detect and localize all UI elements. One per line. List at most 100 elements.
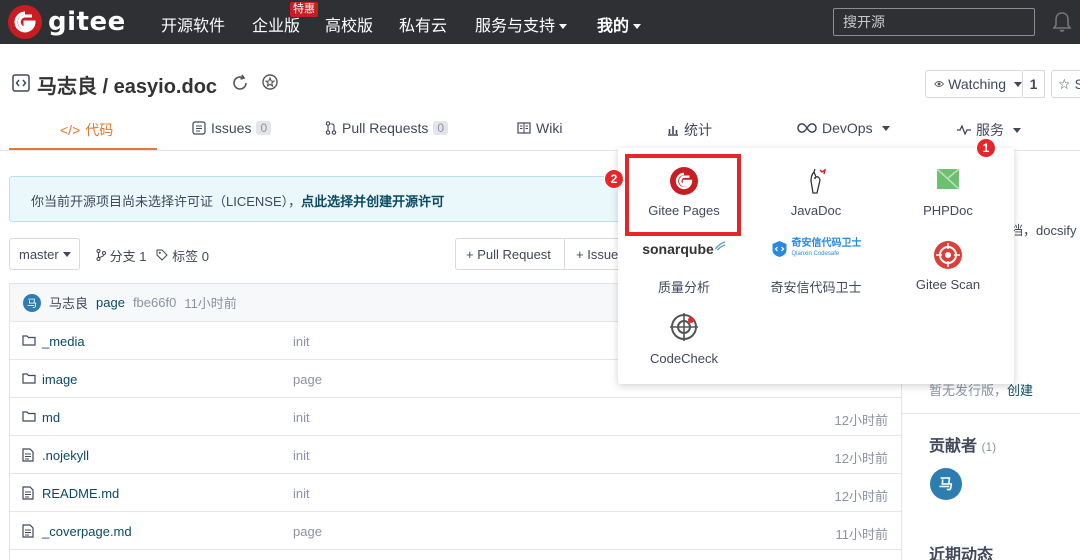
file-name[interactable]: md [42,410,60,425]
search-input[interactable] [833,8,1035,36]
watch-button[interactable]: Watching [925,70,1023,98]
pull-requests-count: 0 [433,121,449,135]
recommend-badge-icon[interactable] [260,73,280,93]
tab-issues[interactable]: Issues 0 [192,120,272,136]
create-license-link[interactable]: 点此选择并创建开源许可 [301,194,444,209]
infinity-icon [797,123,817,133]
watch-label: Watching [948,76,1006,92]
menu-item-label: PHPDoc [923,203,973,218]
new-issue-button[interactable]: + Issue [564,238,624,270]
contributor-avatar[interactable]: 马 [930,468,962,500]
file-commit-message[interactable]: page [293,372,322,387]
nav-services-support[interactable]: 服务与支持 [475,12,568,36]
contributors-title: 贡献者 [929,438,978,455]
tab-services[interactable]: 服务 [957,120,1021,140]
logo-text: gitee [48,7,126,37]
file-name[interactable]: _media [42,334,85,349]
star-label: S [1074,76,1080,92]
file-name[interactable]: .nojekyll [42,448,89,463]
file-commit-message[interactable]: page [293,524,322,539]
watch-count[interactable]: 1 [1023,70,1045,98]
branch-select[interactable]: master [9,238,80,270]
phpdoc-icon [935,166,961,195]
menu-item-label: CodeCheck [650,351,718,366]
table-row: _coverpage.md page 11小时前 [10,512,901,550]
menu-item-codecheck[interactable]: CodeCheck [618,296,750,370]
codecheck-icon [669,312,699,345]
file-commit-message[interactable]: init [293,448,310,463]
sonarqube-icon: sonarqube [642,241,726,257]
gitee-logo[interactable]: gitee [8,5,126,39]
menu-item-gitee-scan[interactable]: Gitee Scan [882,222,1014,296]
menu-item-qianxin-codesafe[interactable]: 奇安信代码卫士 Qianxin Codesafe 奇安信代码卫士 [750,222,882,296]
menu-item-label: 奇安信代码卫士 [770,280,862,295]
repo-header: 马志良 / easyio.doc Watching 1 ☆ S [0,60,1080,104]
nav-university[interactable]: 高校版 [325,12,373,36]
tab-wiki-label: Wiki [536,120,563,136]
menu-item-phpdoc[interactable]: PHPDoc [882,148,1014,222]
branch-tag-info: 分支 1 标签 0 [96,246,209,265]
file-commit-message[interactable]: init [293,410,310,425]
sidebar-divider [902,413,1080,414]
commit-author[interactable]: 马志良 [49,293,88,312]
gitee-scan-icon [933,240,963,273]
chevron-down-icon [559,24,568,30]
file-time: 12小时前 [834,451,888,466]
tab-pull-requests[interactable]: Pull Requests 0 [325,120,449,136]
file-time: 12小时前 [834,413,888,428]
qianxin-logo-text: 奇安信代码卫士 [791,238,862,249]
file-commit-message[interactable]: init [293,334,310,349]
file-commit-message[interactable]: init [293,486,310,501]
commit-message[interactable]: page [96,295,125,310]
commit-hash[interactable]: fbe66f0 [133,295,176,310]
tab-statistics[interactable]: 统计 [667,120,712,140]
chevron-down-icon [62,251,71,257]
code-repo-icon [12,74,30,95]
nav-open-source[interactable]: 开源软件 [161,12,225,36]
file-time: 11小时前 [835,527,889,542]
chevron-down-icon [881,125,890,131]
branch-icon [96,249,106,261]
file-icon [22,486,34,503]
tags-label: 标签 0 [172,249,209,264]
tab-wiki[interactable]: Wiki [517,120,562,136]
chevron-down-icon [1014,81,1022,87]
nav-private-cloud[interactable]: 私有云 [399,12,447,36]
contributors-count: (1) [981,440,997,454]
repo-title[interactable]: 马志良 / easyio.doc [37,70,217,99]
tab-code[interactable]: </> 代码 [60,120,113,140]
new-pull-request-button[interactable]: + Pull Request [455,238,565,270]
tags-link[interactable]: 标签 0 [156,246,209,265]
menu-item-javadoc[interactable]: JavaDoc [750,148,882,222]
nav-mine[interactable]: 我的 [597,12,642,36]
avatar[interactable]: 马 [23,293,41,312]
folder-icon [22,410,36,425]
file-icon [22,448,34,465]
file-name[interactable]: image [42,372,77,387]
folder-icon [22,372,36,387]
pulse-icon [957,125,971,135]
create-release-link[interactable]: 创建 [1007,383,1033,398]
commit-time: 11小时前 [184,296,237,311]
nav-services-label: 服务与支持 [475,18,556,35]
repo-tabs: </> 代码 Issues 0 Pull Requests 0 Wiki 统计 Dev… [0,108,1080,151]
nav-mine-label: 我的 [597,18,630,35]
file-name[interactable]: _coverpage.md [42,524,132,539]
eye-icon [934,81,945,87]
tab-devops[interactable]: DevOps [797,120,890,136]
sync-icon[interactable] [230,73,250,93]
gitee-pages-highlight-box [625,154,741,236]
bar-chart-icon [668,126,678,136]
file-name[interactable]: README.md [42,486,119,501]
pull-request-icon [325,121,337,135]
table-row: README.md init 12小时前 [10,474,901,512]
sonarqube-logo-text: sonarqube [642,241,714,257]
code-icon: </> [60,122,81,138]
star-button[interactable]: ☆ S [1051,70,1080,98]
top-navbar: gitee 开源软件 企业版 特惠 高校版 私有云 服务与支持 我的 [0,0,1080,44]
bell-icon[interactable] [1052,11,1072,36]
wiki-book-icon [517,122,531,134]
branches-link[interactable]: 分支 1 [96,246,146,265]
file-time: 12小时前 [834,489,888,504]
release-text: 暂无发行版， [929,383,1008,398]
